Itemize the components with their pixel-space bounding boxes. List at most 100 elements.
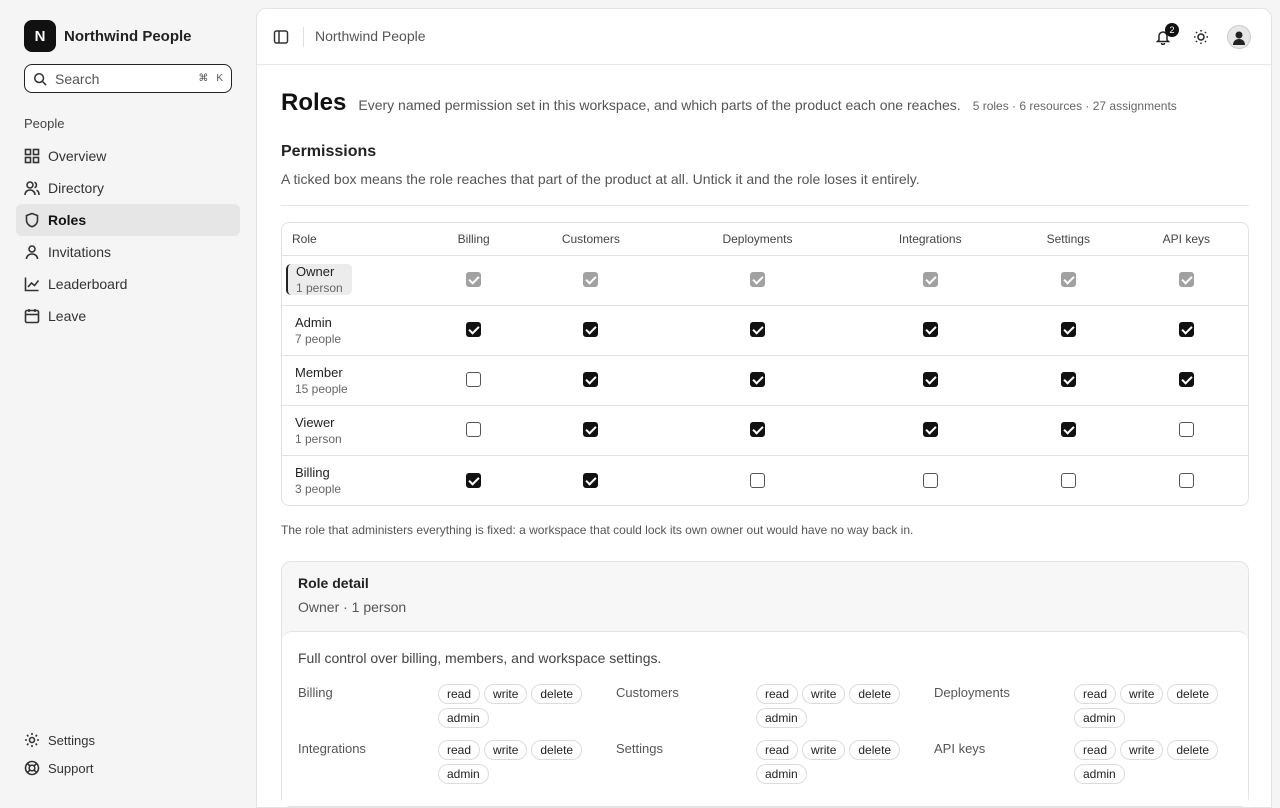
permission-checkbox[interactable] [1178,372,1194,388]
sidebar-item-support[interactable]: Support [16,754,240,782]
permission-cell [515,355,667,406]
main-panel: Northwind People 2 Roles Every named per… [256,8,1272,808]
permission-checkbox[interactable] [1060,372,1076,388]
notifications-button[interactable]: 2 [1147,21,1179,53]
resource-name: Settings [616,741,663,756]
user-menu-button[interactable] [1223,21,1255,53]
permission-checkbox[interactable] [749,322,765,338]
role-member-count: 15 people [295,381,348,396]
topbar: Northwind People 2 [257,9,1271,65]
page-title: Roles [281,89,347,116]
action-chips: read write delete admin [438,684,598,732]
brand-logo: N [24,20,56,52]
permission-cell [1012,455,1125,505]
permission-checkbox[interactable] [922,322,938,338]
role-member-count: 1 person [295,431,342,446]
permission-checkbox[interactable] [1178,472,1194,488]
gear-icon [25,733,39,747]
action-chip: write [484,684,528,704]
permission-checkbox[interactable] [749,372,765,388]
permission-checkbox [1060,272,1076,288]
topbar-divider [303,27,304,47]
sidebar-item-settings[interactable]: Settings [16,726,240,754]
role-cell[interactable]: Owner 1 person [282,255,432,306]
sidebar-item-directory[interactable]: Directory [16,172,240,204]
permission-checkbox[interactable] [583,472,599,488]
permission-checkbox[interactable] [749,422,765,438]
column-header-billing: Billing [432,223,516,256]
permission-checkbox[interactable] [922,472,938,488]
theme-toggle-button[interactable] [1185,21,1217,53]
users-icon [24,181,40,196]
sidebar-item-label: Settings [48,732,95,748]
role-cell[interactable]: Admin 7 people [282,305,432,356]
action-chips: read write delete admin [756,740,916,788]
permission-cell [1011,355,1125,406]
action-chip: read [1074,684,1117,704]
roles-page: Roles Every named permission set in this… [281,89,1249,807]
role-detail-description: Full control over billing, members, and … [298,650,662,666]
permission-cell [432,255,516,306]
sidebar-item-invitations[interactable]: Invitations [16,236,240,268]
table-header-row: Role Billing Customers Deployments Integ… [282,223,1248,256]
role-select-button[interactable]: Owner 1 person [286,263,352,295]
permission-checkbox[interactable] [466,372,482,388]
nav-section-label: People [24,116,65,131]
resource-item: Integrations read write delete admin [298,740,616,788]
sidebar-item-label: Overview [48,148,107,164]
permission-checkbox[interactable] [1060,472,1076,488]
permission-checkbox[interactable] [466,422,482,438]
permission-checkbox[interactable] [749,472,765,488]
role-member-count: 3 people [295,481,342,496]
role-select-button[interactable]: Billing 3 people [295,465,432,496]
permission-checkbox[interactable] [583,322,599,338]
sidebar-item-leaderboard[interactable]: Leaderboard [16,268,240,300]
permission-cell [666,305,849,356]
permission-checkbox[interactable] [1060,422,1076,438]
sidebar-toggle-icon [273,30,289,44]
permissions-title: Permissions [281,143,377,160]
breadcrumb[interactable]: Northwind People [315,28,426,44]
sidebar-toggle-button[interactable] [269,25,293,49]
resource-item: Customers read write delete admin [616,684,934,732]
permission-cell [666,455,848,505]
role-cell[interactable]: Member 15 people [282,355,432,406]
role-detail-card: Role detail Owner · 1 person Full contro… [281,561,1249,807]
column-header-role: Role [282,223,432,256]
permission-checkbox[interactable] [1178,422,1194,438]
permission-checkbox[interactable] [1060,322,1076,338]
permissions-description: A ticked box means the role reaches that… [281,171,920,187]
role-cell[interactable]: Viewer 1 person [282,405,432,456]
sidebar-item-roles[interactable]: Roles [16,204,240,236]
resource-item: Billing read write delete admin [298,684,616,732]
search-input[interactable]: Search ⌘ K [24,64,232,93]
permission-checkbox [922,272,938,288]
resource-name: Integrations [298,741,366,756]
brand[interactable]: N Northwind People [24,20,192,52]
permission-checkbox[interactable] [583,372,599,388]
calendar-icon [24,309,40,324]
role-detail-header: Role detail Owner · 1 person [282,562,1248,631]
sidebar-item-overview[interactable]: Overview [16,140,240,172]
permission-checkbox[interactable] [922,422,938,438]
sidebar-item-label: Invitations [48,244,112,260]
action-chip: read [1074,740,1117,760]
permission-checkbox[interactable] [583,422,599,438]
resource-item: API keys read write delete admin [934,740,1252,788]
permission-checkbox[interactable] [466,322,482,338]
page-subtitle: Every named permission set in this works… [358,97,961,113]
action-chips: read write delete admin [1074,740,1234,788]
role-member-count: 7 people [295,331,342,346]
permission-checkbox[interactable] [1178,322,1194,338]
role-select-button[interactable]: Member 15 people [295,365,432,396]
grid-icon [24,148,40,164]
avatar [1227,25,1251,49]
permission-checkbox[interactable] [466,472,482,488]
role-select-button[interactable]: Viewer 1 person [295,415,432,446]
permission-checkbox[interactable] [922,372,938,388]
role-cell[interactable]: Billing 3 people [282,455,432,505]
role-select-button[interactable]: Admin 7 people [295,315,432,346]
sidebar-item-leave[interactable]: Leave [16,300,240,332]
role-detail-title: Role detail [298,575,369,591]
avatar-silhouette-icon [1233,31,1245,45]
